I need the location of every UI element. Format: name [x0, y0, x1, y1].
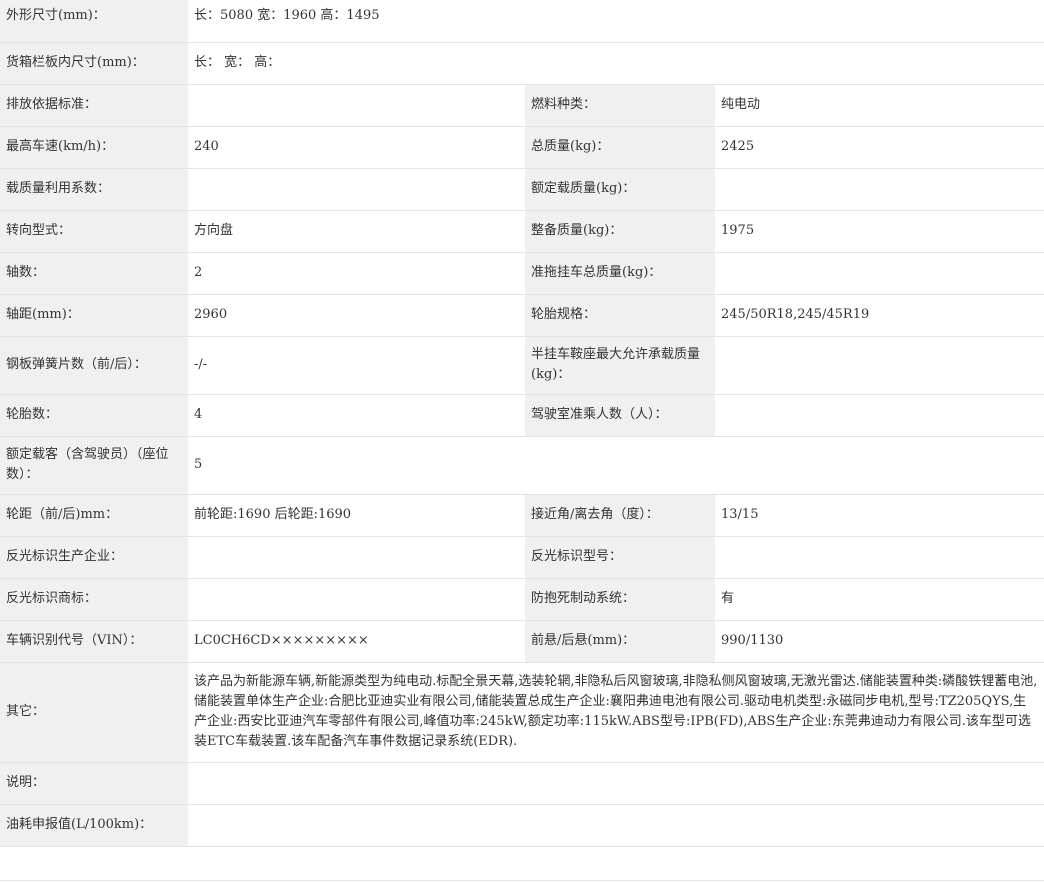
- row-value: [715, 252, 1044, 295]
- row-value: [188, 804, 1044, 847]
- row-label: 钢板弹簧片数（前/后）：: [0, 336, 188, 395]
- row-value: 5: [188, 436, 1044, 495]
- row-value: 13/15: [715, 494, 1044, 537]
- row-label: 排放依据标准：: [0, 84, 188, 127]
- row-value: 245/50R18,245/45R19: [715, 294, 1044, 337]
- table-row: 转向型式： 方向盘 整备质量(kg)： 1975: [0, 210, 1044, 253]
- divider: [0, 880, 1044, 881]
- row-value: 有: [715, 578, 1044, 621]
- row-label: 总质量(kg)：: [525, 126, 715, 169]
- row-value: 2960: [188, 294, 525, 337]
- table-row: 钢板弹簧片数（前/后）： -/- 半挂车鞍座最大允许承载质量(kg)：: [0, 336, 1044, 395]
- row-label: 货箱栏板内尺寸(mm)：: [0, 42, 188, 85]
- row-label: 燃料种类：: [525, 84, 715, 127]
- row-label: 轮胎规格：: [525, 294, 715, 337]
- row-label: 整备质量(kg)：: [525, 210, 715, 253]
- table-row: 货箱栏板内尺寸(mm)： 长： 宽： 高：: [0, 42, 1044, 85]
- row-label: 防抱死制动系统：: [525, 578, 715, 621]
- row-value: 前轮距:1690 后轮距:1690: [188, 494, 525, 537]
- row-value: [188, 762, 1044, 805]
- table-row: 车辆识别代号（VIN）： LC0CH6CD××××××××× 前悬/后悬(mm)…: [0, 620, 1044, 663]
- row-label: 轴数：: [0, 252, 188, 295]
- row-value: 长：5080 宽：1960 高：1495: [188, 0, 1044, 43]
- table-row: 其它： 该产品为新能源车辆,新能源类型为纯电动.标配全景天幕,选装轮辋,非隐私后…: [0, 662, 1044, 763]
- row-label: 额定载客（含驾驶员）（座位数）：: [0, 436, 188, 495]
- table-row: 轮胎数： 4 驾驶室准乘人数（人）：: [0, 394, 1044, 437]
- row-value: [188, 84, 525, 127]
- row-label: 外形尺寸(mm)：: [0, 0, 188, 43]
- row-value: 990/1130: [715, 620, 1044, 663]
- row-label: 驾驶室准乘人数（人）：: [525, 394, 715, 437]
- other-notes: 该产品为新能源车辆,新能源类型为纯电动.标配全景天幕,选装轮辋,非隐私后风窗玻璃…: [188, 662, 1044, 763]
- row-label: 半挂车鞍座最大允许承载质量(kg)：: [525, 336, 715, 395]
- row-value: 4: [188, 394, 525, 437]
- row-label: 载质量利用系数：: [0, 168, 188, 211]
- table-row: 最高车速(km/h)： 240 总质量(kg)： 2425: [0, 126, 1044, 169]
- table-row: 轴数： 2 准拖挂车总质量(kg)：: [0, 252, 1044, 295]
- row-label: 反光标识生产企业：: [0, 536, 188, 579]
- row-label: 前悬/后悬(mm)：: [525, 620, 715, 663]
- row-value: [715, 394, 1044, 437]
- table-row: 外形尺寸(mm)： 长：5080 宽：1960 高：1495: [0, 0, 1044, 43]
- row-label: 车辆识别代号（VIN）：: [0, 620, 188, 663]
- table-row: 轴距(mm)： 2960 轮胎规格： 245/50R18,245/45R19: [0, 294, 1044, 337]
- vehicle-spec-table: 外形尺寸(mm)： 长：5080 宽：1960 高：1495 货箱栏板内尺寸(m…: [0, 0, 1044, 847]
- row-label: 接近角/离去角（度）：: [525, 494, 715, 537]
- table-row: 排放依据标准： 燃料种类： 纯电动: [0, 84, 1044, 127]
- row-value: 2425: [715, 126, 1044, 169]
- row-value: -/-: [188, 336, 525, 395]
- table-row: 油耗申报值(L/100km)：: [0, 804, 1044, 847]
- row-label: 转向型式：: [0, 210, 188, 253]
- row-label: 准拖挂车总质量(kg)：: [525, 252, 715, 295]
- row-label: 轮胎数：: [0, 394, 188, 437]
- row-label: 其它：: [0, 662, 188, 763]
- row-value: 1975: [715, 210, 1044, 253]
- table-row: 额定载客（含驾驶员）（座位数）： 5: [0, 436, 1044, 495]
- row-label: 反光标识商标：: [0, 578, 188, 621]
- row-value: 240: [188, 126, 525, 169]
- table-row: 反光标识商标： 防抱死制动系统： 有: [0, 578, 1044, 621]
- table-row: 说明：: [0, 762, 1044, 805]
- row-value: 方向盘: [188, 210, 525, 253]
- row-value: [715, 536, 1044, 579]
- row-value: 2: [188, 252, 525, 295]
- row-value: [188, 168, 525, 211]
- table-row: 反光标识生产企业： 反光标识型号：: [0, 536, 1044, 579]
- table-row: 轮距（前/后)mm： 前轮距:1690 后轮距:1690 接近角/离去角（度）：…: [0, 494, 1044, 537]
- row-label: 说明：: [0, 762, 188, 805]
- row-value: [715, 168, 1044, 211]
- table-row: 载质量利用系数： 额定载质量(kg)：: [0, 168, 1044, 211]
- row-label: 油耗申报值(L/100km)：: [0, 804, 188, 847]
- row-value: [188, 536, 525, 579]
- row-value: LC0CH6CD×××××××××: [188, 620, 525, 663]
- row-label: 轴距(mm)：: [0, 294, 188, 337]
- row-label: 反光标识型号：: [525, 536, 715, 579]
- row-label: 额定载质量(kg)：: [525, 168, 715, 211]
- row-value: [188, 578, 525, 621]
- row-label: 轮距（前/后)mm：: [0, 494, 188, 537]
- row-value: [715, 336, 1044, 395]
- row-label: 最高车速(km/h)：: [0, 126, 188, 169]
- row-value: 长： 宽： 高：: [188, 42, 1044, 85]
- row-value: 纯电动: [715, 84, 1044, 127]
